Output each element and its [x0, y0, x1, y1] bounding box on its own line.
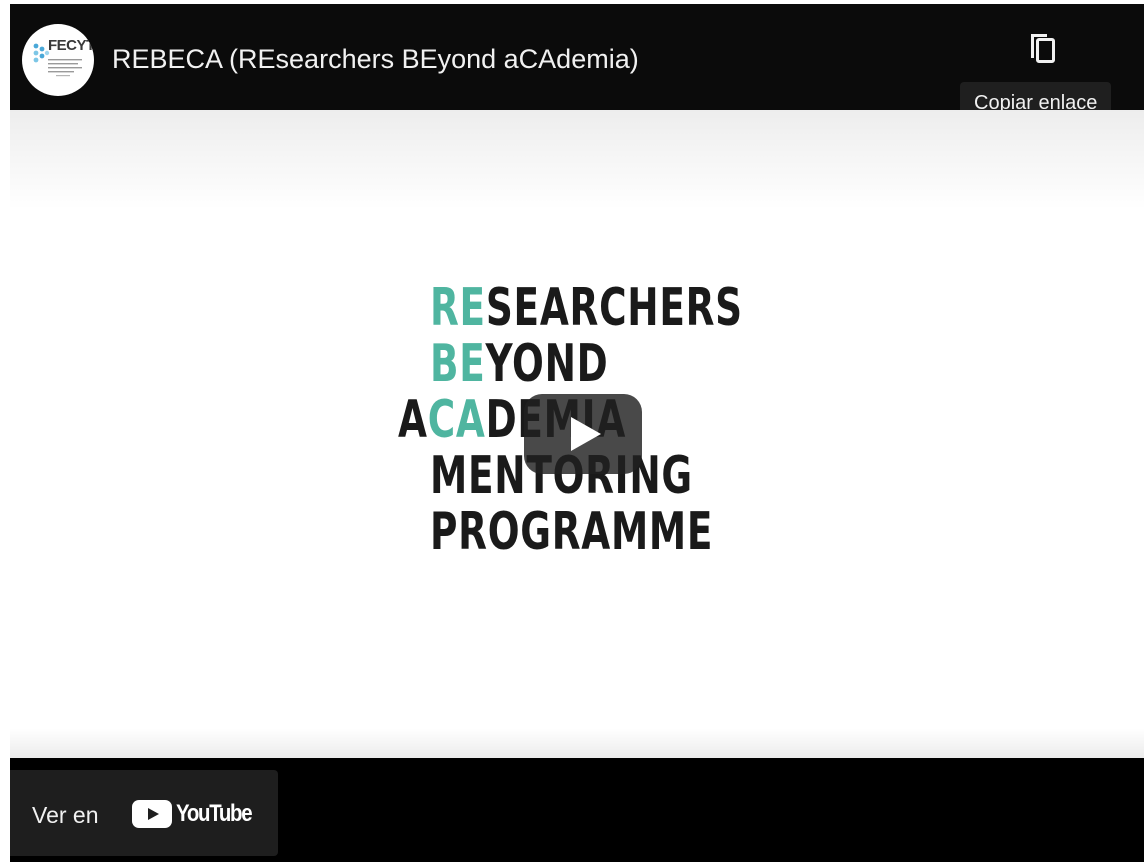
logo-rest: SEARCHERS [485, 278, 743, 338]
copy-link-button[interactable] [1022, 28, 1064, 68]
logo-line-programme: PROGRAMME [430, 506, 713, 558]
youtube-logo-icon [132, 800, 172, 828]
channel-logo-text: FECYT [48, 37, 94, 54]
thumbnail-shade-bottom [10, 728, 1144, 758]
logo-accent: RE [430, 278, 486, 338]
logo-accent: CA [427, 390, 486, 450]
play-icon [524, 394, 642, 474]
logo-subtext-lines [48, 59, 82, 77]
copy-icon [1031, 34, 1055, 63]
logo-rest: YOND [485, 334, 609, 394]
channel-avatar[interactable]: FECYT [22, 24, 94, 96]
watch-on-youtube-button[interactable]: Ver en YouTube [10, 770, 278, 856]
logo-rest: PROGRAMME [430, 502, 714, 562]
watch-on-label: Ver en [32, 802, 99, 828]
video-thumbnail[interactable]: RESEARCHERS BEYOND ACADEMIA MENTORING PR… [10, 110, 1144, 758]
video-title[interactable]: REBECA (REsearchers BEyond aCAdemia) [112, 44, 639, 75]
video-embed: FECYT REBECA (REsearchers BEyond aCAdemi… [0, 0, 1144, 862]
logo-lead: A [398, 390, 428, 450]
logo-line-researchers: RESEARCHERS [430, 282, 743, 334]
play-button[interactable] [522, 392, 644, 476]
logo-accent: BE [430, 334, 486, 394]
youtube-wordmark: YouTube [176, 800, 253, 827]
thumbnail-shade-top [10, 110, 1144, 210]
logo-line-beyond: BEYOND [430, 338, 608, 390]
